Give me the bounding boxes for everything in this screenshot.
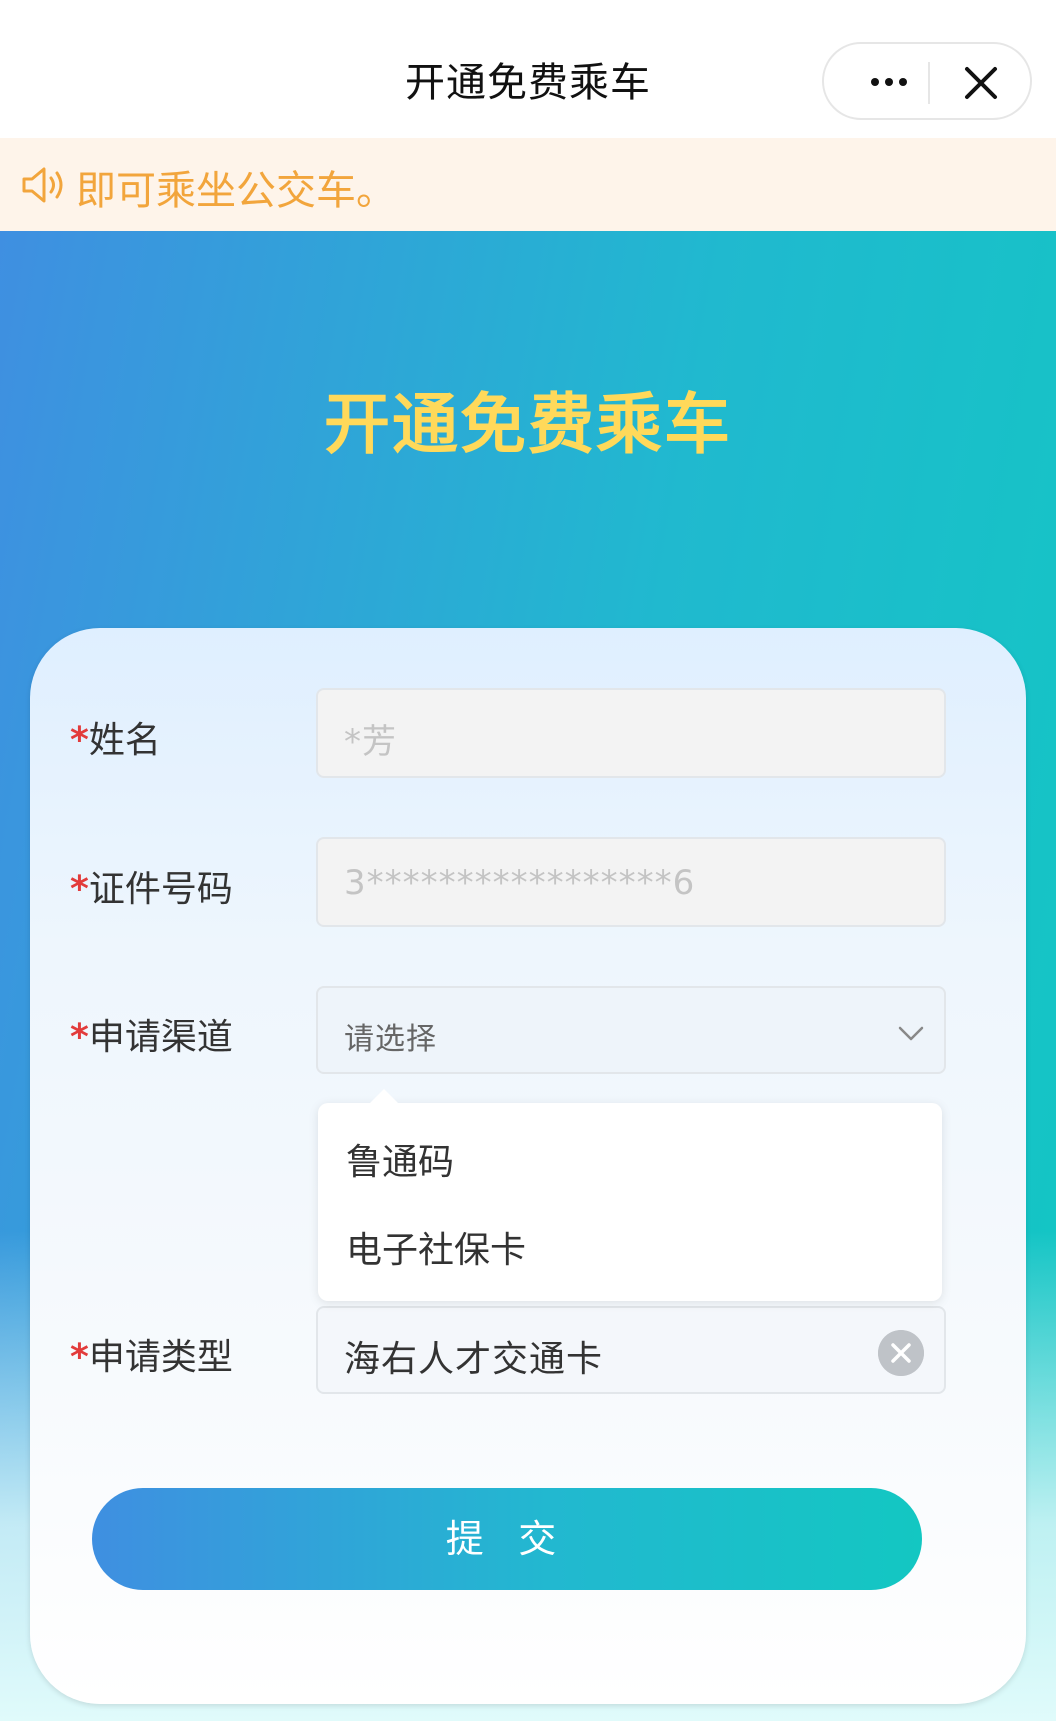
more-dots-icon[interactable] [856,64,922,100]
dropdown-arrow [368,1089,400,1105]
id-number-value: 3*****************6 [344,863,696,903]
chevron-down-icon [898,1026,924,1041]
miniapp-capsule [822,42,1032,120]
channel-placeholder: 请选择 [344,1022,437,1057]
clear-icon[interactable] [878,1330,924,1376]
required-star: * [70,869,89,910]
type-value: 海右人才交通卡 [344,1339,604,1380]
id-number-label: *证件号码 [70,869,233,910]
close-icon[interactable] [958,62,1004,104]
dropdown-option-lutongma[interactable]: 鲁通码 [346,1133,454,1185]
name-label: *姓名 [70,720,161,761]
channel-dropdown: 鲁通码 电子社保卡 [318,1089,942,1301]
type-select[interactable]: 海右人才交通卡 [316,1306,946,1394]
required-star: * [70,1337,89,1378]
id-number-input[interactable]: 3*****************6 [316,837,946,927]
capsule-divider [928,62,930,104]
top-nav-bar: 开通免费乘车 [0,0,1056,138]
dropdown-option-social-security-card[interactable]: 电子社保卡 [346,1221,526,1273]
name-input[interactable]: *芳 [316,688,946,778]
channel-select[interactable]: 请选择 [316,986,946,1074]
notice-bar: 即可乘坐公交车。 [0,138,1056,231]
speaker-icon [22,167,63,203]
required-star: * [70,1017,89,1058]
type-label: *申请类型 [70,1337,233,1378]
required-star: * [70,720,89,761]
submit-button[interactable]: 提 交 [92,1488,922,1590]
notice-text: 即可乘坐公交车。 [76,168,396,214]
name-value: *芳 [344,722,397,762]
channel-label: *申请渠道 [70,1017,233,1058]
hero-title: 开通免费乘车 [324,386,732,463]
